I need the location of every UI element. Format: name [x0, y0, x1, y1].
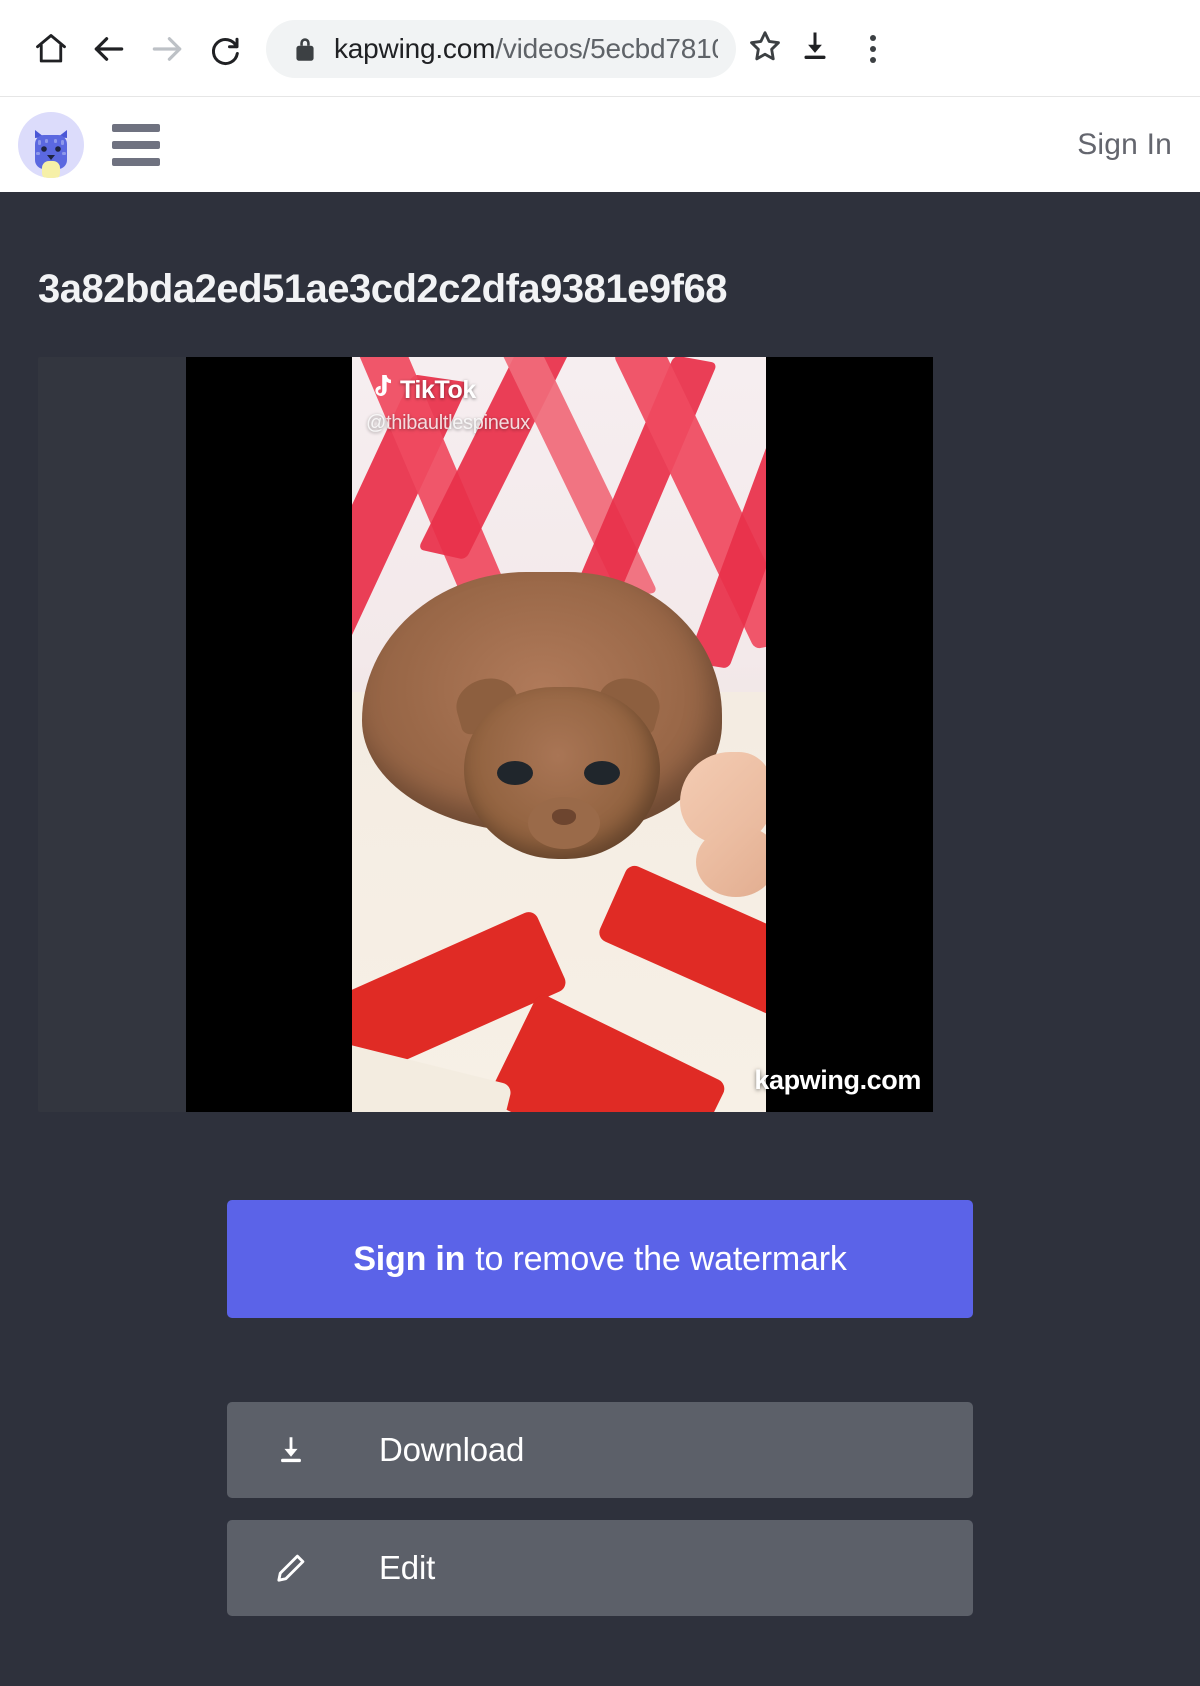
three-dots-icon [870, 34, 876, 63]
arrow-right-icon [148, 30, 186, 68]
remove-watermark-text: to remove the watermark [475, 1239, 847, 1278]
video-player[interactable]: TikTok @thibaultlespineux kapwing.com [38, 357, 933, 1112]
site-header: Sign In [0, 97, 1200, 192]
action-buttons: Sign in to remove the watermark Download … [227, 1112, 973, 1616]
music-note-icon [370, 375, 392, 406]
download-icon [265, 1433, 317, 1467]
forward-button [138, 20, 196, 78]
kapwing-logo[interactable] [18, 111, 84, 178]
url-path: /videos/5ecbd7810 [495, 32, 718, 64]
hamburger-icon [112, 123, 160, 166]
tiktok-watermark: TikTok [370, 375, 476, 406]
kitten-eye-left [497, 761, 533, 785]
arrow-left-icon [90, 30, 128, 68]
home-icon [33, 31, 69, 67]
sign-in-link[interactable]: Sign In [1077, 128, 1172, 162]
menu-button[interactable] [112, 123, 160, 166]
reload-icon [207, 31, 243, 67]
page-title: 3a82bda2ed51ae3cd2c2dfa9381e9f68 [38, 267, 727, 311]
downloads-button[interactable] [790, 24, 840, 74]
star-icon [746, 27, 784, 70]
omnibox-actions [740, 20, 900, 78]
kapwing-watermark: kapwing.com [754, 1065, 921, 1095]
browser-menu-button[interactable] [846, 20, 900, 78]
pencil-icon [265, 1551, 317, 1585]
url-text: kapwing.com/videos/5ecbd7810 [334, 33, 718, 65]
address-bar[interactable]: kapwing.com/videos/5ecbd7810 [266, 19, 736, 78]
download-icon [797, 28, 833, 69]
cat-logo-icon [35, 129, 67, 178]
lock-icon[interactable] [292, 34, 318, 64]
video-letterbox: TikTok @thibaultlespineux kapwing.com [186, 357, 933, 1112]
human-finger-second [696, 827, 766, 897]
edit-label: Edit [379, 1549, 436, 1586]
download-label: Download [379, 1431, 525, 1468]
tiktok-username: @thibaultlespineux [366, 412, 530, 434]
sign-in-remove-watermark-button[interactable]: Sign in to remove the watermark [227, 1200, 973, 1318]
page-content: 3a82bda2ed51ae3cd2c2dfa9381e9f68 TikTok … [0, 192, 1200, 1686]
download-button[interactable]: Download [227, 1402, 973, 1498]
sign-in-bold-text: Sign in [353, 1239, 466, 1278]
reload-button[interactable] [196, 20, 254, 78]
back-button[interactable] [80, 20, 138, 78]
bookmark-button[interactable] [740, 24, 790, 74]
edit-button[interactable]: Edit [227, 1520, 973, 1616]
tiktok-label: TikTok [400, 376, 476, 404]
browser-toolbar: kapwing.com/videos/5ecbd7810 [0, 0, 1200, 97]
home-button[interactable] [22, 20, 80, 78]
video-content: TikTok @thibaultlespineux [352, 357, 766, 1112]
url-host: kapwing.com [334, 32, 496, 64]
kitten-nose [552, 809, 576, 825]
kitten-eye-right [584, 761, 620, 785]
